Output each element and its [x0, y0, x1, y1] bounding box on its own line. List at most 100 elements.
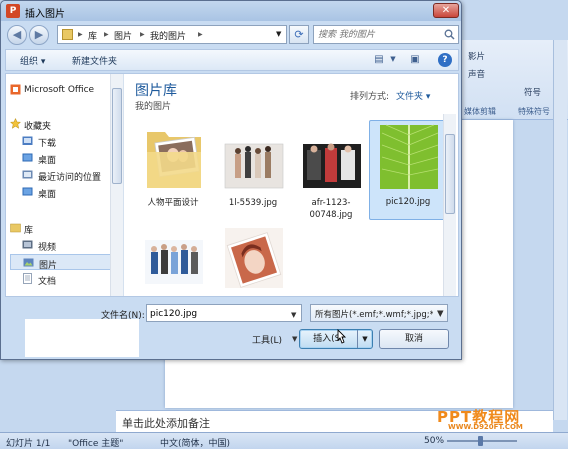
sidebar-item-label: 图片: [39, 261, 58, 271]
filename-input[interactable]: [150, 307, 280, 320]
sound-button[interactable]: 声音: [468, 68, 485, 80]
sidebar-section-label: 库: [24, 226, 34, 236]
navigation-scrollbar[interactable]: [110, 74, 123, 296]
search-input[interactable]: [318, 28, 438, 41]
symbol-button[interactable]: 符号: [524, 86, 541, 98]
file-name: 人物平面设计: [147, 198, 199, 208]
back-arrow-icon: ◀: [12, 28, 22, 41]
file-item-image[interactable]: [215, 224, 291, 294]
breadcrumb-separator: ▶: [78, 31, 83, 38]
tools-menu[interactable]: 工具(L): [252, 333, 282, 346]
documents-library-icon: [23, 273, 32, 284]
dialog-title: 插入图片: [25, 9, 65, 20]
command-toolbar: 组织 ▾ 新建文件夹 ▤ ▼ ▣ ?: [5, 49, 459, 71]
zoom-level[interactable]: 50%: [424, 436, 444, 446]
scrollbar-thumb[interactable]: [445, 134, 455, 214]
zoom-slider-thumb[interactable]: [478, 436, 483, 446]
folder-icon: [147, 132, 201, 188]
refresh-icon: ⟳: [294, 28, 304, 41]
insert-button-label: 插入(S): [313, 334, 344, 344]
office-icon: [10, 84, 21, 95]
file-name: pic120.jpg: [385, 197, 431, 207]
sidebar-item-downloads[interactable]: 下载: [10, 133, 112, 149]
image-thumbnail: [303, 143, 361, 188]
filename-field[interactable]: ▼: [146, 304, 302, 322]
breadcrumb-level1[interactable]: 图片: [114, 29, 132, 42]
address-bar[interactable]: ▶ 库 ▶ 图片 ▶ 我的图片 ▶ ▼: [57, 25, 287, 44]
sidebar-libraries-header[interactable]: 库: [8, 220, 110, 236]
new-folder-button[interactable]: 新建文件夹: [72, 54, 117, 67]
file-item-folder[interactable]: 人物平面设计: [135, 122, 211, 222]
desktop-icon: [22, 187, 33, 196]
view-options-icon[interactable]: ▤: [372, 53, 386, 66]
image-thumbnail: [225, 228, 283, 288]
blank-overlay: [25, 319, 139, 357]
file-list-pane: 图片库 我的图片 排列方式: 文件夹 ▾ 人物平面设计 1l-5539.jpg …: [125, 74, 458, 296]
image-thumbnail: [380, 124, 439, 189]
file-item-image[interactable]: 1l-5539.jpg: [215, 122, 291, 222]
sidebar-item-pictures[interactable]: 图片: [10, 254, 112, 271]
sidebar-section-label: 收藏夹: [24, 122, 52, 132]
cancel-button[interactable]: 取消: [379, 329, 449, 349]
search-box[interactable]: [313, 25, 459, 44]
watermark-url: WWW.D920FT.COM: [448, 423, 523, 431]
forward-arrow-icon: ▶: [34, 28, 44, 41]
sidebar-item-documents[interactable]: 文档: [10, 271, 112, 287]
powerpoint-app-icon: P: [6, 4, 20, 18]
file-item-image[interactable]: [135, 224, 211, 294]
tools-dropdown-icon[interactable]: ▼: [292, 335, 297, 343]
back-button[interactable]: ◀: [7, 25, 27, 45]
refresh-button[interactable]: ⟳: [289, 25, 309, 44]
sort-by-dropdown[interactable]: 文件夹 ▾: [396, 89, 430, 102]
desktop-icon: [22, 153, 33, 162]
close-button[interactable]: ✕: [433, 3, 459, 18]
navigation-bar: ◀ ▶ ▶ 库 ▶ 图片 ▶ 我的图片 ▶ ▼ ⟳: [5, 23, 459, 47]
breadcrumb-level2[interactable]: 我的图片: [150, 29, 186, 42]
navigation-pane: Microsoft Office 收藏夹 下载 桌面 最近访问的位置 桌面 库 …: [6, 74, 124, 296]
breadcrumb-separator: ▶: [198, 31, 203, 38]
mouse-pointer-icon: [337, 329, 347, 344]
sidebar-item-videos[interactable]: 视频: [10, 237, 112, 253]
sidebar-item-microsoft-office[interactable]: Microsoft Office: [8, 82, 110, 98]
file-item-image[interactable]: afr-1123-00748.jpg: [293, 122, 369, 222]
recent-places-icon: [22, 170, 33, 179]
preview-pane-icon[interactable]: ▣: [408, 53, 422, 66]
help-icon[interactable]: ?: [438, 53, 452, 67]
search-icon: [444, 29, 455, 40]
scrollbar-thumb[interactable]: [112, 88, 122, 184]
file-item-image-selected[interactable]: pic120.jpg: [369, 120, 445, 220]
video-library-icon: [22, 240, 33, 249]
address-dropdown-icon[interactable]: ▼: [276, 30, 281, 38]
insert-picture-dialog: P 插入图片 ✕ ◀ ▶ ▶ 库 ▶ 图片 ▶ 我的图片 ▶ ▼ ⟳ 组织 ▾ …: [0, 0, 462, 360]
forward-button[interactable]: ▶: [29, 25, 49, 45]
special-group-label: 特殊符号: [518, 107, 550, 116]
sidebar-item-desktop[interactable]: 桌面: [10, 150, 112, 166]
language-status: 中文(简体，中国): [160, 439, 231, 449]
star-icon: [10, 118, 21, 129]
file-list-scrollbar[interactable]: [443, 114, 456, 296]
slide-counter: 幻灯片 1/1: [6, 439, 51, 449]
breadcrumb-separator: ▶: [140, 31, 145, 38]
movie-button[interactable]: 影片: [468, 50, 485, 62]
insert-dropdown-icon[interactable]: ▼: [357, 330, 372, 348]
sidebar-item-desktop[interactable]: 桌面: [10, 184, 112, 200]
image-thumbnail: [224, 143, 284, 189]
file-type-select[interactable]: 所有图片(*.emf;*.wmf;*.jpg;*.jp ▼: [310, 304, 448, 322]
sidebar-favorites-header[interactable]: 收藏夹: [8, 116, 110, 132]
dialog-titlebar[interactable]: P 插入图片 ✕: [1, 1, 461, 21]
downloads-folder-icon: [22, 136, 33, 145]
view-dropdown-icon[interactable]: ▼: [386, 53, 400, 66]
sort-label: 排列方式:: [350, 92, 390, 102]
organize-menu[interactable]: 组织 ▾: [20, 54, 45, 67]
sidebar-item-label: 视频: [38, 243, 57, 253]
sidebar-item-label: 最近访问的位置: [38, 173, 102, 183]
slide-scrollbar[interactable]: [553, 40, 567, 420]
sidebar-item-label: 桌面: [38, 190, 57, 200]
sidebar-item-recent-places[interactable]: 最近访问的位置: [10, 167, 112, 183]
filename-dropdown-icon[interactable]: ▼: [291, 311, 296, 319]
image-thumbnail: [145, 240, 203, 284]
library-icon: [62, 29, 73, 40]
breadcrumb-root[interactable]: 库: [88, 29, 97, 42]
breadcrumb-separator: ▶: [104, 31, 109, 38]
file-type-dropdown-icon[interactable]: ▼: [437, 309, 555, 319]
